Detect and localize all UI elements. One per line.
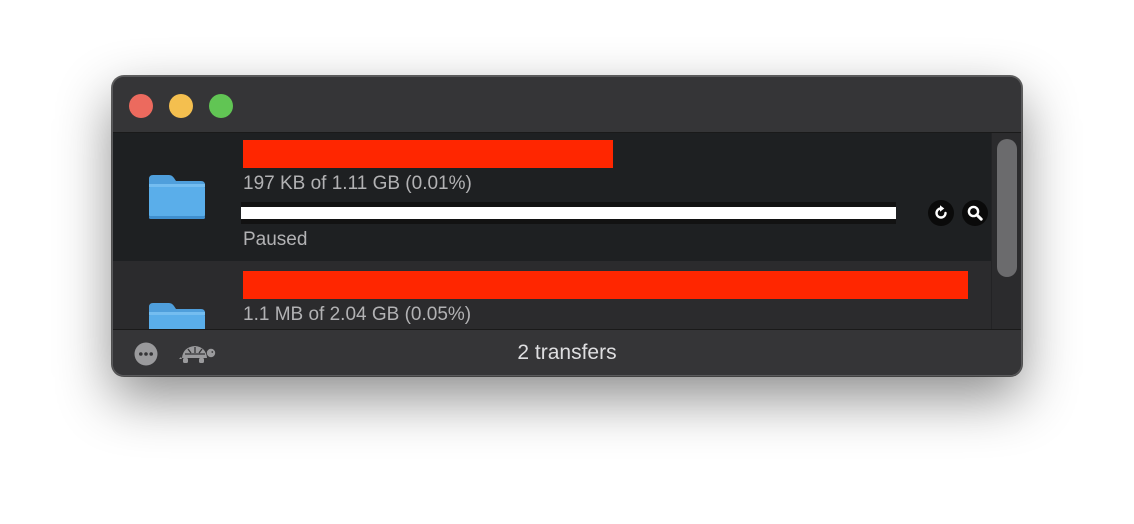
options-button[interactable] xyxy=(134,342,158,366)
redacted-file-name xyxy=(243,271,968,299)
transfer-progress-bar xyxy=(241,202,896,224)
speed-limit-button[interactable] xyxy=(179,343,217,365)
vertical-scrollbar[interactable] xyxy=(991,133,1021,329)
transfers-window: 197 KB of 1.11 GB (0.01%) Paused 1.1 MB … xyxy=(112,76,1022,376)
transfer-progress-fill xyxy=(241,207,896,219)
magnifier-icon xyxy=(967,205,983,221)
resume-button[interactable] xyxy=(928,200,954,226)
more-icon xyxy=(134,342,158,366)
scrollbar-thumb[interactable] xyxy=(997,139,1017,277)
status-bar: 2 transfers xyxy=(113,329,1021,375)
transfer-row[interactable]: 1.1 MB of 2.04 GB (0.05%) xyxy=(113,261,991,329)
folder-icon xyxy=(149,175,205,219)
close-button[interactable] xyxy=(129,94,153,118)
reload-icon xyxy=(935,205,947,219)
minimize-button[interactable] xyxy=(169,94,193,118)
zoom-button[interactable] xyxy=(209,94,233,118)
folder-icon xyxy=(149,303,205,329)
transfer-row[interactable]: 197 KB of 1.11 GB (0.01%) Paused xyxy=(113,133,991,261)
transfer-size-text: 1.1 MB of 2.04 GB (0.05%) xyxy=(243,304,472,325)
transfer-count-text: 2 transfers xyxy=(517,341,617,364)
transfer-status-text: Paused xyxy=(243,229,308,250)
transfer-list: 197 KB of 1.11 GB (0.01%) Paused 1.1 MB … xyxy=(113,133,1021,329)
redacted-file-name xyxy=(243,140,613,168)
turtle-icon xyxy=(179,346,216,363)
reveal-in-finder-button[interactable] xyxy=(962,200,988,226)
transfer-size-text: 197 KB of 1.11 GB (0.01%) xyxy=(243,173,472,194)
title-bar xyxy=(113,77,1021,133)
